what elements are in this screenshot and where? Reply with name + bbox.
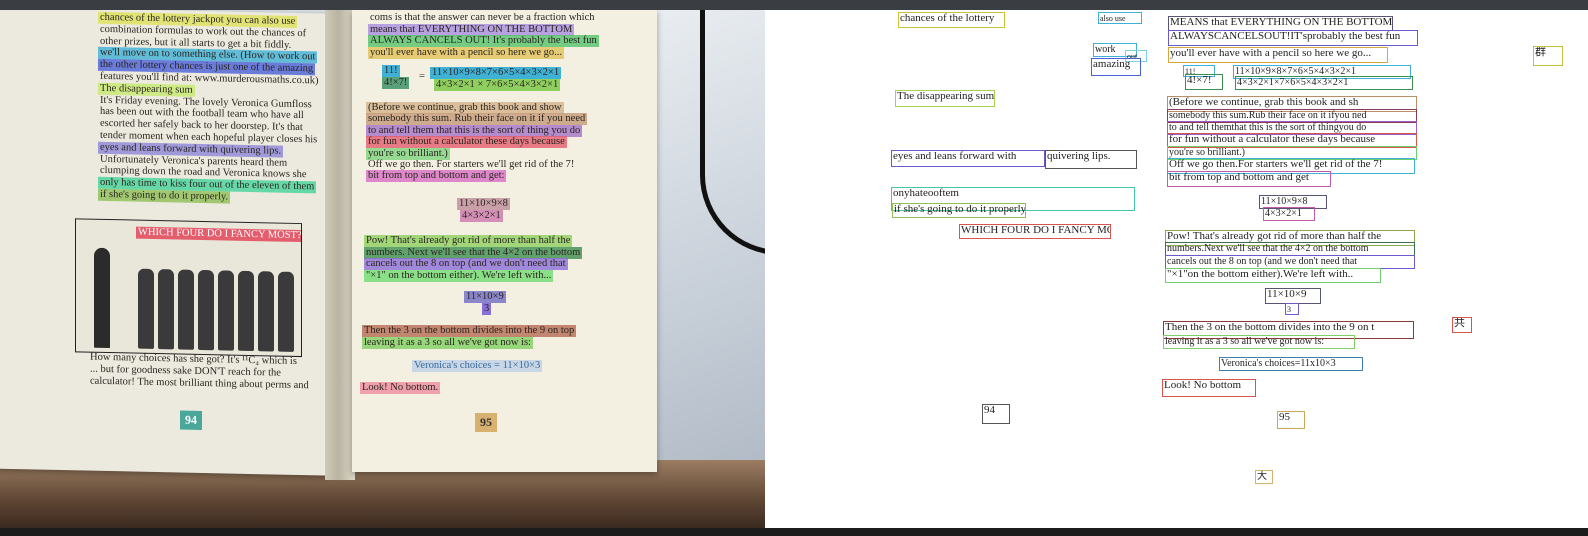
annotation-box: 共 xyxy=(1452,317,1472,333)
annotation-box: numbers.Next we'll see that the 4×2 on t… xyxy=(1165,242,1415,256)
page-number-left: 94 xyxy=(180,410,202,430)
annotation-box: 4!×7! xyxy=(1185,74,1223,90)
annotation-box: "×1"on the bottom either).We're left wit… xyxy=(1165,268,1381,283)
annotation-box: also use xyxy=(1098,12,1142,24)
annotation-box: eyes and leans forward with xyxy=(891,150,1045,167)
fraction-left-top: 11! xyxy=(382,65,400,77)
annotation-box: quivering lips. xyxy=(1045,150,1137,169)
right-page: coms is that the answer can never be a f… xyxy=(352,10,657,472)
annotation-box: if she's going to do it properly. xyxy=(892,203,1026,218)
annotation-box: MEANS that EVERYTHING ON THE BOTTOM xyxy=(1168,16,1393,31)
annotation-canvas: chances of the lottery also use work out ama… xyxy=(765,10,1588,528)
text-line: Pow! That's already got rid of more than… xyxy=(364,235,573,247)
annotation-box: 4×3×2×1 xyxy=(1263,207,1315,221)
text-line: for fun without a calculator these days … xyxy=(366,136,567,149)
bottom-bar xyxy=(0,528,1588,536)
text-line: you'll ever have with a pencil so here w… xyxy=(368,46,564,59)
annotation-box: chances of the lottery xyxy=(898,12,1005,28)
fraction2-bottom: 4×3×2×1 xyxy=(460,210,503,222)
fraction-left-bottom: 4!×7! xyxy=(382,77,410,89)
annotation-box: 94 xyxy=(982,404,1010,424)
annotation-box: 大 xyxy=(1255,470,1273,484)
annotation-box: cancels out the 8 on top (and we don't n… xyxy=(1165,255,1415,269)
text-line: you're so brilliant.) xyxy=(366,147,450,160)
annotation-box: ALWAYSCANCELSOUT!IT'sprobably the best f… xyxy=(1168,30,1418,46)
annotation-box: WHICH FOUR DO I FANCY MOST? xyxy=(959,224,1111,239)
text-line: cancels out the 8 on top (and we don't n… xyxy=(364,258,568,271)
cartoon-illustration: WHICH FOUR DO I FANCY MOST? xyxy=(75,218,302,358)
page-number-right: 95 xyxy=(475,413,497,432)
annotation-box: Veronica's choices=11x10×3 xyxy=(1219,357,1363,371)
annotation-box: leaving it as a 3 so all we've got now i… xyxy=(1163,335,1355,349)
text-line: ALWAYS CANCELS OUT! It's probably the be… xyxy=(368,35,599,47)
look-line: Look! No bottom. xyxy=(360,382,441,394)
fraction-eq: = xyxy=(419,71,425,82)
left-page: chances of the lottery jackpot you can a… xyxy=(0,10,330,476)
fraction3-top: 11×10×9 xyxy=(464,291,506,303)
text-line: (Before we continue, grab this book and … xyxy=(366,102,564,114)
top-bar xyxy=(0,0,1588,10)
text-line: numbers. Next we'll see that the 4×2 on … xyxy=(364,246,583,259)
annotation-box: bit from top and bottom and get xyxy=(1167,171,1331,187)
annotation-box: amazing xyxy=(1091,58,1141,76)
fraction3-bottom: 3 xyxy=(482,303,492,315)
fraction2-top: 11×10×9×8 xyxy=(457,198,510,210)
text-line: to and tell them that this is the sort o… xyxy=(366,124,583,137)
text-line: if she's going to do it properly. xyxy=(98,188,231,204)
illustration-caption: WHICH FOUR DO I FANCY MOST? xyxy=(136,226,302,243)
text-line: Off we go then. For starters we'll get r… xyxy=(368,159,575,170)
text-line: coms is that the answer can never be a f… xyxy=(370,12,595,23)
annotation-box: 3 xyxy=(1285,303,1299,315)
annotation-box: 群 xyxy=(1533,46,1563,66)
text-line: means that EVERYTHING ON THE BOTTOM xyxy=(368,23,575,36)
fraction-right-top: 11×10×9×8×7×6×5×4×3×2×1 xyxy=(430,67,562,79)
annotation-box: 95 xyxy=(1277,411,1305,429)
text-line: leaving it as a 3 so all we've got now i… xyxy=(362,336,533,349)
book-gutter xyxy=(325,10,355,480)
text-line: somebody this sum. Rub their face on it … xyxy=(366,113,588,126)
annotation-box: The disappearing sum xyxy=(895,90,995,107)
book-photo: chances of the lottery jackpot you can a… xyxy=(0,10,765,528)
annotation-box: 4×3×2×1×7×6×5×4×3×2×1 xyxy=(1235,76,1413,90)
text-line: bit from top and bottom and get: xyxy=(366,170,507,183)
text-line: Then the 3 on the bottom divides into th… xyxy=(362,325,577,337)
annotation-box: 11×10×9 xyxy=(1265,288,1321,304)
result-line: Veronica's choices = 11×10×3 xyxy=(412,360,543,372)
fraction-right-bottom: 4×3×2×1 × 7×6×5×4×3×2×1 xyxy=(434,79,561,91)
annotation-box: you'll ever have with a pencil so here w… xyxy=(1168,47,1388,63)
annotation-box: Look! No bottom xyxy=(1162,379,1256,397)
text-line: "×1" on the bottom either). We're left w… xyxy=(364,269,554,282)
